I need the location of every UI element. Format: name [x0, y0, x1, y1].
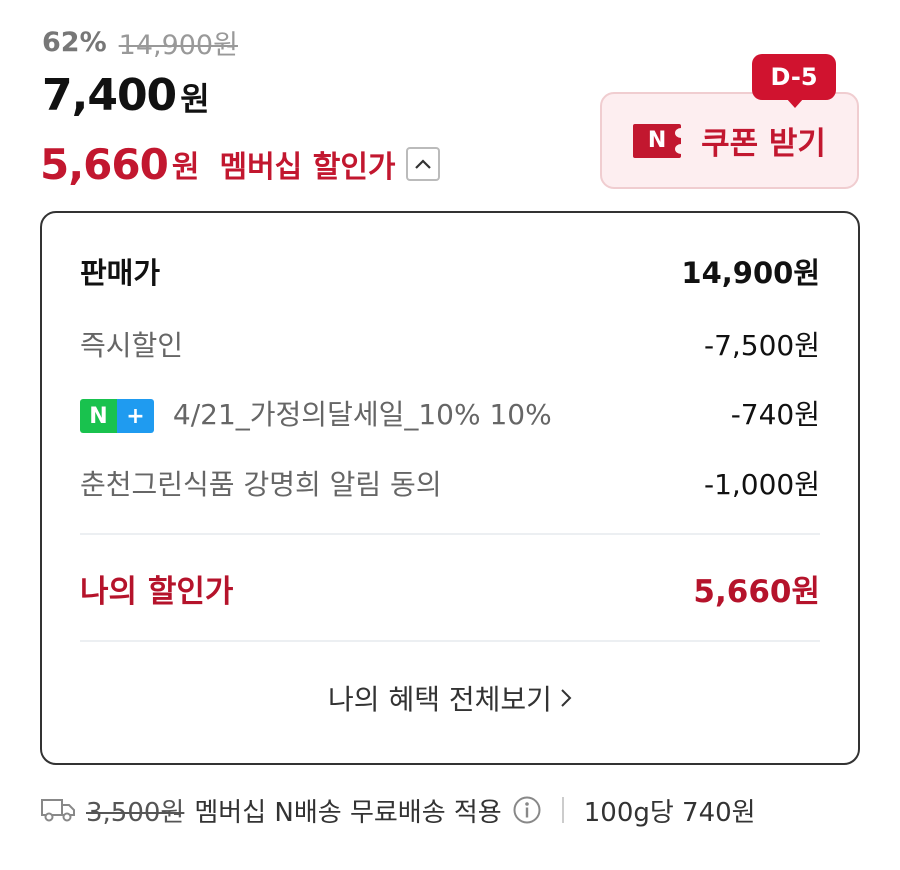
agree-discount-value: -1,000원 — [703, 468, 820, 501]
membership-price-row: 5,660 원 멤버십 할인가 — [40, 136, 440, 192]
coupon-button[interactable]: N 쿠폰 받기 — [600, 92, 859, 189]
my-price-label: 나의 할인가 — [80, 573, 234, 610]
nplus-discount-label: 4/21_가정의달세일_10% 10% — [172, 398, 552, 431]
membership-price-label: 멤버십 할인가 — [219, 150, 396, 185]
chevron-up-icon — [414, 159, 431, 169]
list-price-value: 14,900원 — [681, 256, 820, 290]
naver-n-icon: N — [80, 399, 117, 433]
discount-rate: 62% — [42, 26, 107, 58]
membership-price-number: 5,660 — [40, 139, 169, 189]
instant-discount-value: -7,500원 — [703, 329, 820, 362]
list-price-row: 판매가 14,900원 — [80, 243, 820, 299]
view-all-benefits-link[interactable]: 나의 혜택 전체보기 — [40, 670, 860, 726]
instant-discount-label: 즉시할인 — [80, 329, 184, 362]
chevron-right-icon — [561, 689, 572, 707]
list-price-label: 판매가 — [80, 256, 161, 290]
sale-price: 7,400 원 — [42, 70, 210, 126]
shipping-benefit-text: 멤버십 N배송 무료배송 적용 — [194, 797, 502, 828]
nplus-discount-value: -740원 — [730, 398, 820, 431]
my-price-row: 나의 할인가 5,660원 — [80, 558, 820, 618]
shipping-row: 3,500원 멤버십 N배송 무료배송 적용 100g당 740원 — [40, 786, 756, 834]
sale-price-unit: 원 — [180, 80, 210, 118]
truck-icon — [41, 799, 75, 822]
dday-badge-tail — [786, 98, 804, 108]
discount-row: 62% 14,900원 — [42, 22, 238, 62]
nplus-discount-label-wrap: N + 4/21_가정의달세일_10% 10% — [80, 393, 552, 433]
dday-badge: D-5 — [752, 54, 836, 100]
naver-n-coupon-icon: N — [633, 123, 688, 158]
agree-discount-label: 춘천그린식품 강명희 알림 동의 — [80, 468, 442, 501]
original-price: 14,900원 — [118, 29, 238, 61]
nplus-discount-row: N + 4/21_가정의달세일_10% 10% -740원 — [80, 385, 820, 441]
naver-plus-badge: N + — [80, 399, 154, 433]
info-icon[interactable] — [512, 795, 542, 825]
collapse-button[interactable] — [405, 147, 440, 181]
plus-icon: + — [117, 399, 154, 433]
my-price-value: 5,660원 — [693, 573, 820, 610]
unit-price: 100g당 740원 — [583, 797, 756, 828]
sale-price-number: 7,400 — [42, 70, 177, 121]
instant-discount-row: 즉시할인 -7,500원 — [80, 316, 820, 372]
divider — [80, 640, 820, 642]
divider — [80, 533, 820, 535]
agree-discount-row: 춘천그린식품 강명희 알림 동의 -1,000원 — [80, 455, 820, 511]
view-all-benefits-label: 나의 혜택 전체보기 — [328, 683, 552, 716]
separator — [561, 797, 564, 823]
membership-price-unit: 원 — [171, 150, 200, 185]
original-shipping-fee: 3,500원 — [86, 797, 185, 828]
coupon-button-label: 쿠폰 받기 — [701, 126, 826, 162]
